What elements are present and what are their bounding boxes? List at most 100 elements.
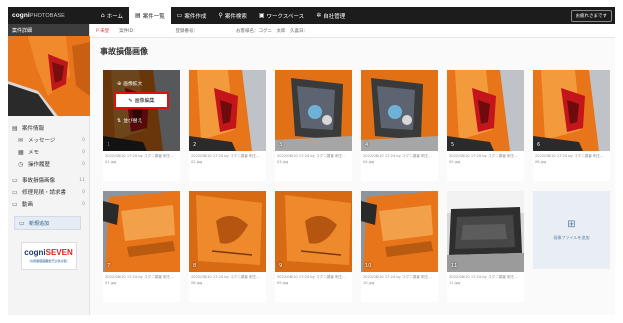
pencil-icon: ✎ [128,97,133,104]
photo-upload-info: 2022/08/10 17:24 by コグニ損害 明王... [277,275,346,279]
folder-icon: ▭ [12,176,18,184]
photo-thumbnail[interactable]: 3 [275,70,352,151]
sidebar-item-case-info[interactable]: ▤ 案件情報 [8,122,89,134]
add-new-button[interactable]: ▭ 新規追加 [14,216,81,230]
case-info-bar: P 未登 案件ID： 登録番号： お客様名：コグニ 太郎 久喜日： [90,24,615,38]
photo-thumbnail[interactable]: 4 [361,70,438,151]
memo-icon: ▦ [18,148,24,156]
cogniseven-tagline: AIが損害画像をデジタル化 [28,259,69,263]
photo-card[interactable]: 9 2022/08/10 17:24 by コグニ損害 明王... 09.jpg [275,191,352,302]
photo-card[interactable]: 6 2022/08/10 17:24 by コグニ損害 明王... 06.jpg [533,70,610,181]
photo-meta: 2022/08/10 17:24 by コグニ損害 明王... 06.jpg [533,151,610,165]
sidebar: 案件詳細 ▤ 案件情報 ✉ メッセージ 0 ▦ メモ 0 ◷ 操作履歴 0 ▭ 事故損傷画像 11… [8,24,90,315]
photo-card[interactable]: 5 2022/08/10 17:24 by コグニ損害 明王... 05.jpg [447,70,524,181]
photo-filename: 02.jpg [191,159,203,164]
photo-number: 7 [107,263,111,269]
top-nav-bar: cogniPHOTOBASE ⌂ ホーム ▤ 案件一覧 ▭ 案件作成 ⚲ 案件検索 ▣ ワ… [8,7,615,24]
photo-thumbnail[interactable]: 7 [103,191,180,272]
photo-thumbnail[interactable]: 8 [189,191,266,272]
edit-image-button[interactable]: ✎ 画像編集 [114,92,169,109]
add-image-tile[interactable]: ⊞ 画像ファイルを追加 [533,191,610,269]
cogniseven-logo: cogniSEVEN [24,248,73,257]
nav-case-list[interactable]: ▤ 案件一覧 [129,7,171,24]
photo-number: 10 [365,263,372,269]
photo-upload-info: 2022/08/10 17:24 by コグニ損害 明王... [363,154,432,158]
user-menu-button[interactable]: お疲れさまです [570,9,612,22]
zoom-image-button[interactable]: ⊕ 画像拡大 [117,80,142,88]
photo-action-overlay: ⊕ 画像拡大 ✎ 画像編集 ⇅ 並び替え [103,70,180,151]
workspace-icon: ▣ [258,12,265,19]
folder-icon: ▭ [12,200,18,208]
create-icon: ▭ [176,12,183,19]
photo-card[interactable]: 3 2022/08/10 17:24 by コグニ損害 明王... 03.jpg [275,70,352,181]
photo-thumbnail[interactable]: 9 [275,191,352,272]
app-logo[interactable]: cogniPHOTOBASE [8,12,71,19]
photo-filename: 08.jpg [191,280,203,285]
nav-home[interactable]: ⌂ ホーム [95,7,129,24]
registration-field: 登録番号： [175,28,198,34]
photo-thumbnail[interactable]: 5 [447,70,524,151]
reorder-label: 並び替え [123,119,143,124]
history-icon: ◷ [18,160,24,168]
photo-thumbnail[interactable]: 1⊕画像拡大✎画像編集⇅並び替え [103,70,180,151]
photo-thumbnail[interactable]: 10 [361,191,438,272]
sidebar-item-videos[interactable]: ▭ 動画 0 [8,198,89,210]
photo-upload-info: 2022/08/10 17:24 by コグニ損害 明王... [449,154,518,158]
photo-filename: 04.jpg [363,159,375,164]
photo-number: 2 [193,142,197,148]
page-title: 事故損傷画像 [100,47,148,56]
reorder-button[interactable]: ⇅ 並び替え [117,117,143,125]
folder-add-icon: ▭ [19,219,25,227]
photo-filename: 01.jpg [105,159,117,164]
nav-workspace[interactable]: ▣ ワークスペース [253,7,310,24]
cogniseven-banner[interactable]: cogniSEVEN AIが損害画像をデジタル化 [20,242,77,270]
photo-upload-info: 2022/08/10 17:24 by コグニ損害 明王... [191,275,260,279]
message-icon: ✉ [18,136,24,144]
case-thumbnail[interactable] [8,36,90,116]
photo-number: 3 [279,142,283,148]
photo-thumbnail[interactable]: 6 [533,70,610,151]
photo-meta: 2022/08/10 17:24 by コグニ損害 明王... 11.jpg [447,272,524,286]
photo-card[interactable]: 1⊕画像拡大✎画像編集⇅並び替え2022/08/10 17:24 by コグニ損… [103,70,180,181]
settings-icon: ✲ [316,12,322,19]
sidebar-item-messages[interactable]: ✉ メッセージ 0 [8,134,89,146]
photo-number: 5 [451,142,455,148]
add-image-label: 画像ファイルを追加 [553,235,590,240]
edit-label: 画像編集 [134,98,155,104]
sidebar-item-damage-photos[interactable]: ▭ 事故損傷画像 11 [8,174,89,186]
list-icon: ▤ [135,12,141,19]
photo-meta: 2022/08/10 17:24 by コグニ損害 明王... 03.jpg [275,151,352,165]
photo-number: 4 [365,142,369,148]
photo-card[interactable]: 8 2022/08/10 17:24 by コグニ損害 明王... 08.jpg [189,191,266,302]
nav-company-admin[interactable]: ✲ 自社管理 [310,7,351,24]
photo-meta: 2022/08/10 17:24 by コグニ損害 明王... 08.jpg [189,272,266,286]
nav-case-create[interactable]: ▭ 案件作成 [171,7,213,24]
sidebar-item-estimates[interactable]: ▭ 修理見積・請求書 0 [8,186,89,198]
photo-number: 6 [537,142,541,148]
zoom-icon: ⊕ [117,80,122,87]
photo-upload-info: 2022/08/10 17:24 by コグニ損害 明王... [277,154,346,158]
photo-card[interactable]: 2 2022/08/10 17:24 by コグニ損害 明王... 02.jpg [189,70,266,181]
photo-filename: 07.jpg [105,280,117,285]
add-image-icon: ⊞ [567,219,576,230]
photo-card[interactable]: 11 2022/08/10 17:24 by コグニ損害 明王... 11.jpg [447,191,524,302]
photo-meta: 2022/08/10 17:24 by コグニ損害 明王... 07.jpg [103,272,180,286]
photo-thumbnail[interactable]: 2 [189,70,266,151]
photo-card[interactable]: 7 2022/08/10 17:24 by コグニ損害 明王... 07.jpg [103,191,180,302]
photo-meta: 2022/08/10 17:24 by コグニ損害 明王... 04.jpg [361,151,438,165]
photo-card[interactable]: 4 2022/08/10 17:24 by コグニ損害 明王... 04.jpg [361,70,438,181]
main-nav: ⌂ ホーム ▤ 案件一覧 ▭ 案件作成 ⚲ 案件検索 ▣ ワークスペース ✲ 自社管理 [95,7,351,24]
photo-card[interactable]: 10 2022/08/10 17:24 by コグニ損害 明王... 10.jpg [361,191,438,302]
photo-thumbnail[interactable]: 11 [447,191,524,272]
info-icon: ▤ [12,124,18,132]
sidebar-item-memo[interactable]: ▦ メモ 0 [8,146,89,158]
case-id-field: 案件ID： [119,28,138,34]
photo-upload-info: 2022/08/10 17:24 by コグニ損害 明王... [449,275,518,279]
photo-filename: 10.jpg [363,280,375,285]
sidebar-item-history[interactable]: ◷ 操作履歴 0 [8,158,89,170]
photo-upload-info: 2022/08/10 17:24 by コグニ損害 明王... [535,154,604,158]
main-content: P 未登 案件ID： 登録番号： お客様名：コグニ 太郎 久喜日： 事故損傷画像… [90,24,615,315]
photo-grid: 1⊕画像拡大✎画像編集⇅並び替え2022/08/10 17:24 by コグニ損… [103,70,613,310]
sidebar-menu: ▤ 案件情報 ✉ メッセージ 0 ▦ メモ 0 ◷ 操作履歴 0 ▭ 事故損傷画像 11 ▭ 修理見… [8,116,89,210]
nav-case-search[interactable]: ⚲ 案件検索 [212,7,252,24]
